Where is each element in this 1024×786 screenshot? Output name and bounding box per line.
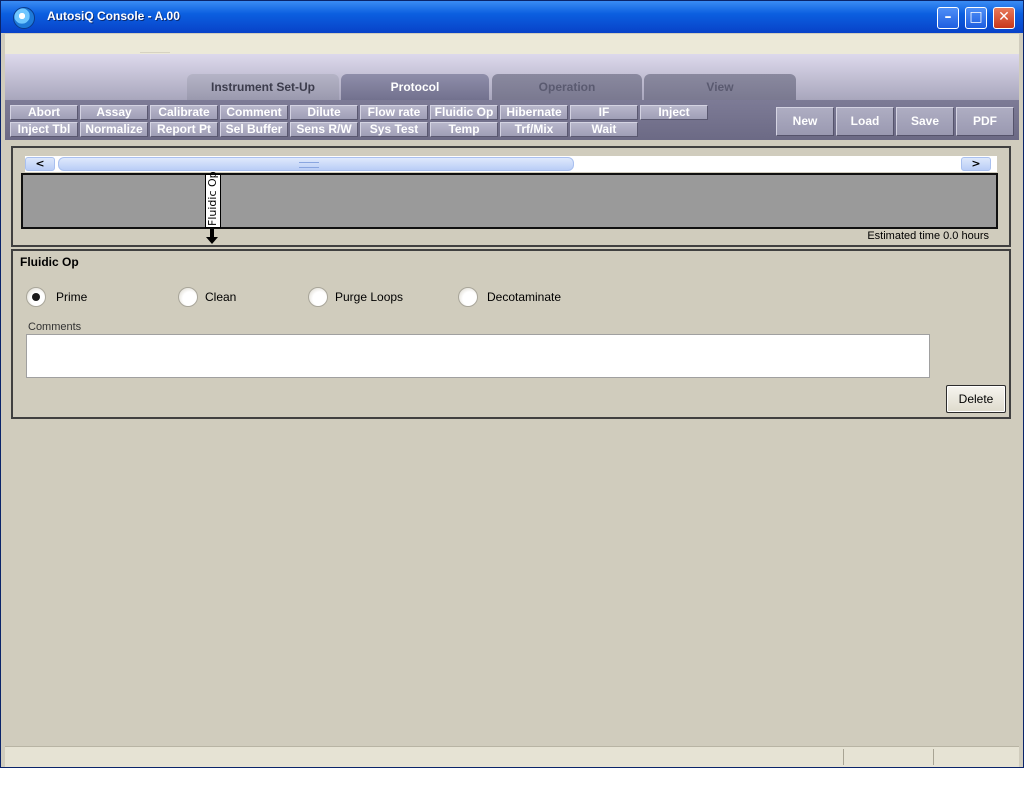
detail-title: Fluidic Op: [20, 255, 79, 269]
status-separator: [933, 749, 934, 765]
maximize-icon[interactable]: □: [965, 7, 987, 29]
menu-bar: [5, 34, 1019, 54]
estimated-time: Estimated time 0.0 hours: [867, 230, 989, 242]
protocol-track[interactable]: Fluidic Op: [21, 171, 998, 229]
scroll-thumb[interactable]: [58, 157, 574, 171]
cmd-inject-button[interactable]: Inject: [640, 105, 708, 120]
cmd-trf-mix-button[interactable]: Trf/Mix: [500, 122, 568, 137]
status-separator: [843, 749, 844, 765]
cmd-sel-buffer-button[interactable]: Sel Buffer: [220, 122, 288, 137]
comments-input[interactable]: [26, 334, 930, 378]
tab-instrument-setup[interactable]: Instrument Set-Up: [187, 74, 339, 100]
cmd-hibernate-button[interactable]: Hibernate: [500, 105, 568, 120]
step-label: Fluidic Op: [206, 171, 219, 226]
radio-label-decotaminate: Decotaminate: [487, 290, 562, 304]
radio-decotaminate[interactable]: [458, 287, 478, 307]
cmd-flow-rate-button[interactable]: Flow rate: [360, 105, 428, 120]
cmd-comment-button[interactable]: Comment: [220, 105, 288, 120]
delete-button[interactable]: Delete: [946, 385, 1006, 413]
tab-view[interactable]: View: [644, 74, 796, 100]
cmd-sens-rw-button[interactable]: Sens R/W: [290, 122, 358, 137]
comments-label: Comments: [28, 321, 82, 333]
protocol-step-fluidic-op[interactable]: Fluidic Op: [205, 171, 221, 228]
timeline-panel: < > Fluidic Op Estimated time 0.0 hours: [11, 146, 1011, 247]
cmd-calibrate-button[interactable]: Calibrate: [150, 105, 218, 120]
radio-label-clean: Clean: [205, 290, 237, 304]
radio-label-purge-loops: Purge Loops: [335, 290, 404, 304]
tab-operation[interactable]: Operation: [492, 74, 642, 100]
load-button[interactable]: Load: [836, 107, 894, 136]
save-button[interactable]: Save: [896, 107, 954, 136]
radio-purge-loops[interactable]: [308, 287, 328, 307]
scroll-right-icon[interactable]: >: [961, 157, 991, 171]
app-window: AutosiQ Console - A.00 – □ ✕ Instrument …: [0, 0, 1024, 768]
window-title: AutosiQ Console - A.00: [47, 9, 180, 23]
radio-prime[interactable]: [26, 287, 46, 307]
pdf-button[interactable]: PDF: [956, 107, 1014, 136]
radio-clean[interactable]: [178, 287, 198, 307]
scroll-grip-icon: [299, 162, 319, 168]
cmd-dilute-button[interactable]: Dilute: [290, 105, 358, 120]
cmd-report-pt-button[interactable]: Report Pt: [150, 122, 218, 137]
down-arrow-icon: [206, 229, 218, 244]
cmd-fluidic-op-button[interactable]: Fluidic Op: [430, 105, 498, 120]
cmd-temp-button[interactable]: Temp: [430, 122, 498, 137]
scroll-left-icon[interactable]: <: [25, 157, 55, 171]
timeline-scrollbar[interactable]: < >: [25, 156, 997, 172]
cmd-inject-tbl-button[interactable]: Inject Tbl: [10, 122, 78, 137]
app-logo-icon: [13, 7, 35, 29]
title-bar: AutosiQ Console - A.00 – □ ✕: [1, 1, 1023, 33]
cmd-if-button[interactable]: IF: [570, 105, 638, 120]
new-button[interactable]: New: [776, 107, 834, 136]
radio-selected-icon: [32, 293, 40, 301]
cmd-abort-button[interactable]: Abort: [10, 105, 78, 120]
close-icon[interactable]: ✕: [993, 7, 1015, 29]
tab-protocol[interactable]: Protocol: [341, 74, 489, 100]
minimize-icon[interactable]: –: [937, 7, 959, 29]
menu-separator: [140, 52, 170, 53]
cmd-wait-button[interactable]: Wait: [570, 122, 638, 137]
cmd-sys-test-button[interactable]: Sys Test: [360, 122, 428, 137]
cmd-assay-button[interactable]: Assay: [80, 105, 148, 120]
radio-label-prime: Prime: [56, 290, 88, 304]
cmd-normalize-button[interactable]: Normalize: [80, 122, 148, 137]
status-bar: [5, 746, 1019, 767]
step-detail-panel: Fluidic Op Prime Clean Purge Loops Decot…: [11, 249, 1011, 419]
